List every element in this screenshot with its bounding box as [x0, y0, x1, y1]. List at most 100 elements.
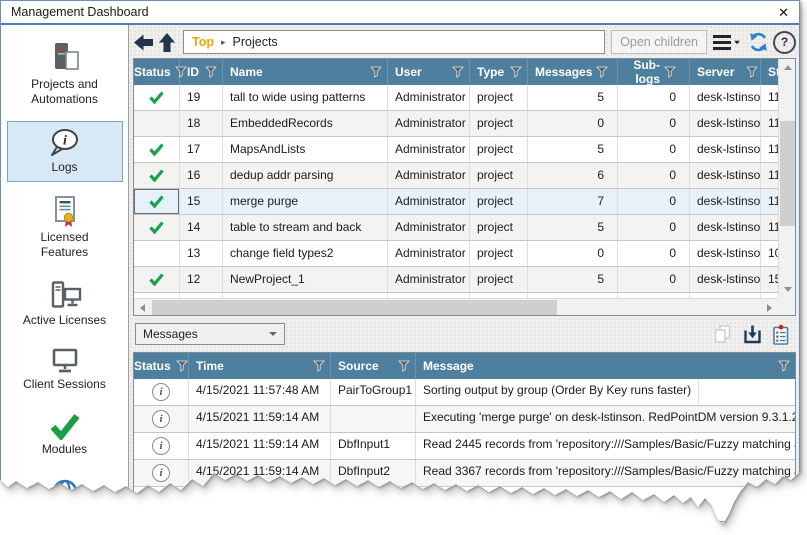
column-header-start[interactable]: Sta	[761, 59, 778, 85]
cell-messages: 5	[528, 215, 618, 240]
cell-status: i	[134, 379, 189, 405]
cell-type: project	[470, 215, 528, 240]
back-arrow-icon[interactable]	[133, 33, 154, 52]
success-check-icon	[149, 220, 164, 234]
message-row[interactable]: i4/15/2021 11:59:14 AMDbfInput2Read 3367…	[134, 460, 795, 487]
filter-funnel-icon[interactable]	[366, 66, 382, 78]
table-row[interactable]: 17MapsAndListsAdministratorproject50desk…	[134, 137, 778, 163]
cell-id: 17	[180, 137, 223, 162]
save-to-file-icon[interactable]	[742, 324, 763, 345]
close-icon[interactable]: ✕	[778, 6, 789, 19]
cell-user: Administrator	[388, 137, 470, 162]
scroll-down-icon[interactable]	[779, 281, 796, 298]
column-header-status[interactable]: Status	[134, 353, 189, 379]
sidebar-item-modules[interactable]: Modules	[7, 406, 123, 464]
filter-funnel-icon[interactable]	[448, 66, 464, 78]
column-header-sublogs[interactable]: Sub-logs	[618, 59, 690, 85]
column-header-message[interactable]: Message	[416, 353, 795, 379]
column-header-time[interactable]: Time	[189, 353, 331, 379]
message-row[interactable]: i4/15/2021 11:57:48 AMPairToGroup1Sortin…	[134, 379, 795, 406]
torn-paper-wrapper: Management Dashboard ✕ Projects and Auto	[0, 0, 807, 535]
sidebar-item-licensed-features[interactable]: Licensed Features	[7, 189, 123, 267]
success-check-icon	[149, 90, 164, 104]
info-icon: i	[152, 464, 170, 482]
message-type-select[interactable]: Messages	[135, 323, 285, 345]
sidebar-item-logs[interactable]: i Logs	[7, 121, 123, 182]
column-header-messages[interactable]: Messages	[528, 59, 618, 85]
filter-funnel-icon[interactable]	[742, 66, 758, 78]
sidebar-item-label: Licensed Features	[30, 230, 100, 260]
sidebar-item-active-licenses[interactable]: Active Licenses	[7, 274, 123, 335]
message-row[interactable]: i4/15/2021 11:59:14 AMDbfInput1Read 2445…	[134, 433, 795, 460]
column-header-status[interactable]: Status	[134, 59, 180, 85]
vertical-scroll-thumb[interactable]	[780, 121, 795, 226]
breadcrumb[interactable]: Top ▸ Projects	[183, 30, 605, 54]
help-icon[interactable]: ?	[773, 31, 796, 54]
cell-time: 4/15/2021 11:59:14 AM	[189, 460, 331, 486]
cell-status	[134, 189, 180, 214]
filter-funnel-icon[interactable]	[309, 360, 325, 372]
refresh-icon[interactable]	[747, 31, 770, 53]
cell-user: Administrator	[388, 241, 470, 266]
cell-server: desk-lstinson	[690, 85, 761, 110]
sidebar-item-web-services[interactable]: Web Services	[7, 471, 123, 531]
table-row[interactable]: 19tall to wide using patternsAdministrat…	[134, 85, 778, 111]
cell-start: 11:5	[761, 163, 778, 188]
horizontal-scrollbar[interactable]	[134, 298, 778, 315]
column-header-label: Name	[230, 65, 263, 79]
copy-icon[interactable]	[712, 324, 733, 345]
cell-message: Sorting output by group (Order By Key ru…	[416, 379, 699, 405]
sidebar-item-projects-and-automations[interactable]: Projects and Automations	[7, 35, 123, 114]
logs-table-viewport: StatusID Name UserTypeMessagesSub-logsServ…	[134, 59, 778, 298]
cell-type: project	[470, 189, 528, 214]
cell-user: Administrator	[388, 189, 470, 214]
menu-hamburger-icon[interactable]	[710, 35, 744, 50]
filter-funnel-icon[interactable]	[201, 66, 217, 78]
info-icon: i	[152, 437, 170, 455]
column-header-name[interactable]: Name	[223, 59, 388, 85]
filter-funnel-icon[interactable]	[774, 360, 790, 372]
sidebar-item-client-sessions[interactable]: Client Sessions	[7, 342, 123, 399]
filter-funnel-icon[interactable]	[394, 360, 410, 372]
table-row[interactable]: 18EmbeddedRecordsAdministratorproject00d…	[134, 111, 778, 137]
message-row[interactable]: i4/15/2021 11:59:14 AMExecuting 'merge p…	[134, 406, 795, 433]
scroll-left-icon[interactable]	[134, 299, 151, 316]
filter-funnel-icon[interactable]	[506, 66, 522, 78]
sidebar-item-label: Modules	[42, 442, 87, 457]
column-header-id[interactable]: ID	[180, 59, 223, 85]
cell-type: project	[470, 85, 528, 110]
column-header-source[interactable]: Source	[331, 353, 416, 379]
open-children-button[interactable]: Open children	[611, 30, 707, 54]
breadcrumb-root[interactable]: Top	[192, 35, 214, 49]
success-check-icon	[149, 194, 164, 208]
green-checkmark-icon	[49, 412, 81, 440]
cell-status: i	[134, 406, 189, 432]
column-header-server[interactable]: Server	[690, 59, 761, 85]
filter-funnel-icon[interactable]	[172, 360, 188, 372]
up-arrow-icon[interactable]	[157, 32, 177, 53]
vertical-scrollbar[interactable]	[778, 59, 795, 298]
cell-status: i	[134, 433, 189, 459]
table-row[interactable]: 15merge purgeAdministratorproject70desk-…	[134, 189, 778, 215]
cell-status	[134, 111, 180, 136]
table-row[interactable]: 13change field types2Administratorprojec…	[134, 241, 778, 267]
cell-messages: 6	[528, 163, 618, 188]
cell-source: PairToGroup1	[331, 379, 416, 405]
messages-table-viewport: StatusTimeSourceMessage i4/15/2021 11:57…	[134, 353, 795, 521]
cell-status	[134, 137, 180, 162]
svg-text:i: i	[63, 134, 67, 149]
scroll-up-icon[interactable]	[779, 59, 796, 76]
horizontal-scroll-thumb[interactable]	[152, 300, 557, 315]
table-row[interactable]: 14table to stream and backAdministratorp…	[134, 215, 778, 241]
table-row[interactable]: 16dedup addr parsingAdministratorproject…	[134, 163, 778, 189]
cell-message: Read 3367 records from 'repository:///Sa…	[416, 460, 795, 486]
filter-funnel-icon[interactable]	[660, 66, 676, 78]
column-header-type[interactable]: Type	[470, 59, 528, 85]
cell-id: 14	[180, 215, 223, 240]
scroll-right-icon[interactable]	[761, 299, 778, 316]
cell-type: project	[470, 137, 528, 162]
message-details-icon[interactable]	[772, 324, 790, 345]
table-row[interactable]: 12NewProject_1Administratorproject50desk…	[134, 267, 778, 293]
column-header-user[interactable]: User	[388, 59, 470, 85]
filter-funnel-icon[interactable]	[592, 66, 608, 78]
